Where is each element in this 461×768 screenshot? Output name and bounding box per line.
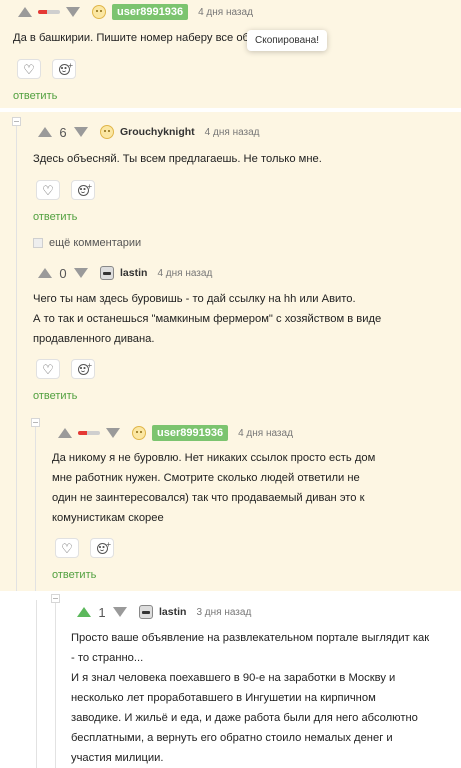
vote-up-icon[interactable]: [77, 607, 91, 617]
comment-text: Просто ваше объявление на развлекательно…: [71, 632, 430, 764]
vote-up-icon[interactable]: [38, 127, 52, 137]
plus-icon: +: [87, 361, 92, 370]
thread-line: [36, 600, 37, 768]
collapse-thread-button[interactable]: [31, 418, 40, 427]
comment-time: 4 дня назад: [238, 427, 293, 439]
comment-score: 6: [59, 124, 67, 140]
vote-up-icon[interactable]: [58, 428, 72, 438]
vote-up-icon[interactable]: [38, 268, 52, 278]
comment-header: user8991936 4 дня назад: [58, 424, 293, 442]
username-badge[interactable]: user8991936: [112, 4, 189, 20]
thread-line: [16, 124, 17, 591]
comment-header: user8991936 4 дня назад: [18, 3, 253, 21]
comment-time: 4 дня назад: [157, 267, 213, 279]
reply-link[interactable]: ответить: [33, 390, 77, 402]
avatar-car-icon[interactable]: [100, 266, 114, 280]
comment-text: Да никому я не буровлю. Нет никаких ссыл…: [52, 452, 376, 524]
like-button[interactable]: ♡: [55, 538, 79, 558]
vote-down-icon[interactable]: [106, 428, 120, 438]
vote-down-icon[interactable]: [66, 7, 80, 17]
comment-time: 4 дня назад: [204, 126, 260, 138]
comment-text: Да в башкирии. Пишите номер наберу все о…: [13, 32, 249, 44]
comment-time: 3 дня назад: [196, 606, 252, 618]
comment-actions: ♡ +: [55, 538, 125, 558]
comment-text: Чего ты нам здесь буровишь - то дай ссыл…: [33, 293, 382, 345]
vote-down-icon[interactable]: [74, 268, 88, 278]
collapse-thread-button[interactable]: [51, 594, 60, 603]
more-comments-link[interactable]: ещё комментарии: [33, 237, 141, 249]
comment-time: 4 дня назад: [198, 6, 253, 18]
comment-actions: ♡ +: [36, 180, 106, 200]
comment-actions: ♡ +: [36, 359, 106, 379]
reaction-button[interactable]: +: [71, 359, 95, 379]
heart-icon: ♡: [61, 540, 73, 556]
avatar-cat-icon[interactable]: [100, 125, 114, 139]
thread-line: [35, 427, 36, 591]
vote-up-icon[interactable]: [18, 7, 32, 17]
vote-down-icon[interactable]: [113, 607, 127, 617]
avatar-car-icon[interactable]: [139, 605, 153, 619]
comment-header: 1 lastin 3 дня назад: [77, 603, 251, 621]
comment-text: Здесь объесняй. Ты всем предлагаешь. Не …: [33, 153, 322, 165]
copied-tooltip: Скопирована!: [247, 30, 328, 51]
plus-icon: +: [87, 182, 92, 191]
collapse-thread-button[interactable]: [12, 117, 21, 126]
plus-icon: +: [68, 61, 73, 70]
avatar-cat-icon[interactable]: [132, 426, 146, 440]
like-button[interactable]: ♡: [36, 180, 60, 200]
username[interactable]: lastin: [159, 606, 186, 618]
heart-icon: ♡: [42, 361, 54, 377]
username[interactable]: Grouchyknight: [120, 126, 195, 138]
comment-score: 0: [59, 265, 67, 281]
reply-link[interactable]: ответить: [52, 569, 96, 581]
vote-down-icon[interactable]: [74, 127, 88, 137]
rating-bar: [38, 10, 60, 14]
heart-icon: ♡: [42, 182, 54, 198]
reaction-button[interactable]: +: [90, 538, 114, 558]
like-button[interactable]: ♡: [36, 359, 60, 379]
rating-bar: [78, 431, 100, 435]
reply-link[interactable]: ответить: [13, 90, 57, 102]
comment-header: 0 lastin 4 дня назад: [38, 264, 212, 282]
comment-actions: ♡ +: [17, 59, 87, 79]
username[interactable]: lastin: [120, 267, 147, 279]
expand-icon: [33, 238, 43, 248]
like-button[interactable]: ♡: [17, 59, 41, 79]
reaction-button[interactable]: +: [71, 180, 95, 200]
avatar-cat-icon[interactable]: [92, 5, 106, 19]
reaction-button[interactable]: +: [52, 59, 76, 79]
reply-link[interactable]: ответить: [33, 211, 77, 223]
plus-icon: +: [106, 540, 111, 549]
thread-line: [55, 600, 56, 768]
heart-icon: ♡: [23, 61, 35, 77]
comment-score: 1: [98, 604, 106, 620]
username-badge[interactable]: user8991936: [152, 425, 229, 441]
comment-header: 6 Grouchyknight 4 дня назад: [38, 123, 260, 141]
